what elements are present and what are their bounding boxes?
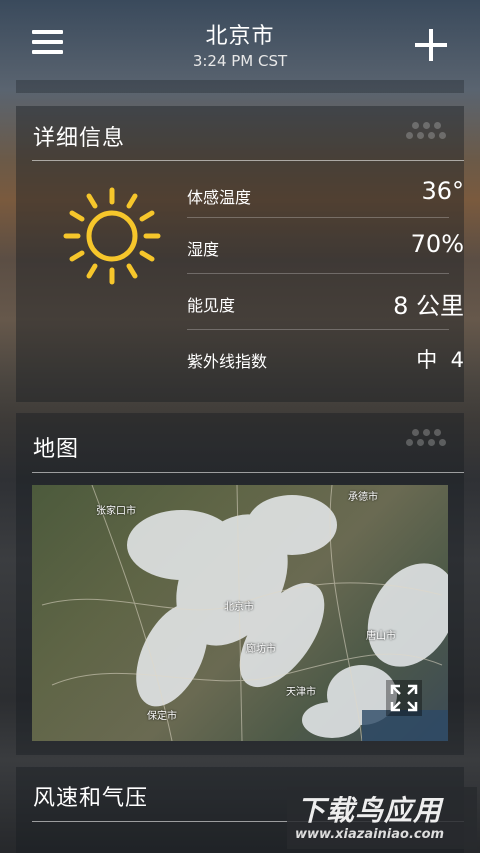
row-divider xyxy=(187,217,449,218)
map-title: 地图 xyxy=(33,437,80,462)
satellite-map[interactable]: 张家口市 承德市 北京市 廊坊市 唐山市 天津市 保定市 xyxy=(32,485,448,741)
map-label-zhangjiakou: 张家口市 xyxy=(96,506,136,517)
city-name[interactable]: 北京市 xyxy=(0,18,480,50)
map-label-tangshan: 唐山市 xyxy=(366,631,396,642)
wind-title: 风速和气压 xyxy=(33,786,149,811)
row-divider xyxy=(187,273,449,274)
visibility-label: 能见度 xyxy=(187,296,236,315)
drag-handle-icon[interactable] xyxy=(404,429,448,449)
details-title: 详细信息 xyxy=(33,126,126,151)
uv-index-label: 紫外线指数 xyxy=(187,352,268,371)
humidity-value: 70% xyxy=(410,230,464,258)
watermark-title: 下载鸟应用 xyxy=(297,794,443,827)
map-card: 地图 张家口市 承德市 北京市 廊坊市 唐山市 天津市 保定市 xyxy=(16,413,464,755)
visibility-row: 能见度 8 公里 xyxy=(187,276,464,332)
feels-like-label: 体感温度 xyxy=(187,188,252,207)
uv-index-value: 中 4 xyxy=(416,348,464,372)
add-location-icon[interactable] xyxy=(415,29,447,61)
details-divider xyxy=(32,160,464,161)
sunny-icon xyxy=(63,187,161,285)
map-label-beijing: 北京市 xyxy=(224,602,254,613)
feels-like-row: 体感温度 36° xyxy=(187,164,464,220)
local-time: 3:24 PM CST xyxy=(192,52,288,70)
map-label-langfang: 廊坊市 xyxy=(246,644,276,655)
drag-handle-icon[interactable] xyxy=(404,122,448,142)
humidity-label: 湿度 xyxy=(187,240,220,259)
watermark-logo: 下载鸟应用 www.xiazainiao.com xyxy=(287,787,477,849)
map-label-chengde: 承德市 xyxy=(348,492,378,503)
row-divider xyxy=(187,329,449,330)
humidity-row: 湿度 70% xyxy=(187,220,464,276)
fullscreen-icon[interactable] xyxy=(386,680,422,716)
map-divider xyxy=(32,472,464,473)
details-card: 详细信息 体感温度 36° 湿度 70% 能见度 8 公里 紫外线指数 中 4 xyxy=(16,106,464,402)
feels-like-value: 36° xyxy=(421,177,464,205)
map-label-tianjin: 天津市 xyxy=(286,687,316,698)
uv-index-row: 紫外线指数 中 4 xyxy=(187,332,464,388)
visibility-value: 8 公里 xyxy=(393,292,464,320)
previous-card-edge xyxy=(16,80,464,93)
watermark-url: www.xiazainiao.com xyxy=(295,827,445,842)
map-label-baoding: 保定市 xyxy=(147,711,177,722)
app-header: 北京市 3:24 PM CST xyxy=(0,0,480,82)
